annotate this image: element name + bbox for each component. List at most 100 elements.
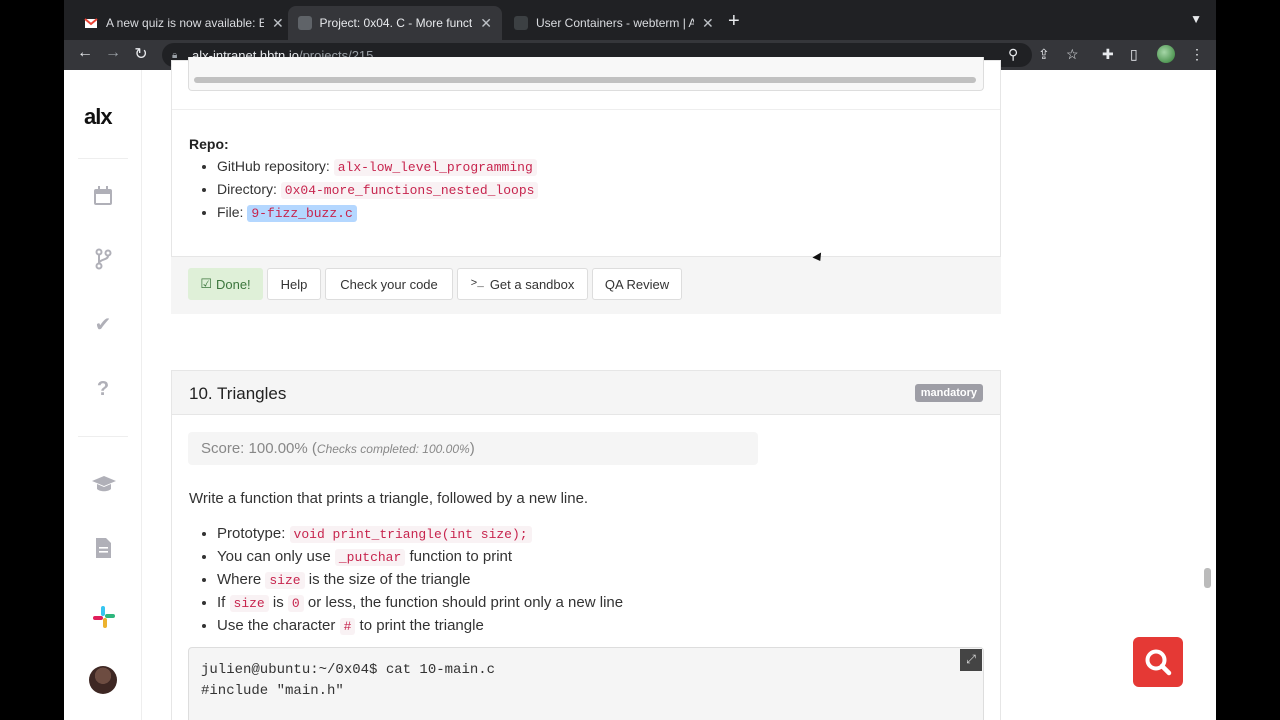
req-text: If	[217, 594, 226, 611]
lock-icon: 🔒︎	[172, 50, 178, 61]
requirements-list: Prototype: void print_triangle(int size)…	[217, 522, 623, 637]
copy-icon[interactable]: ⤢	[960, 649, 982, 671]
graduation-cap-icon[interactable]	[91, 473, 116, 497]
req-code: 0	[287, 595, 304, 612]
list-item: You can only use _putchar function to pr…	[217, 545, 623, 568]
document-icon[interactable]	[91, 537, 115, 561]
directory-label: Directory:	[217, 181, 277, 197]
gmail-icon	[84, 16, 98, 30]
tab-search-chevron-icon[interactable]: ▼	[1190, 12, 1202, 26]
close-tab-icon[interactable]: ✕	[272, 15, 284, 32]
close-tab-icon[interactable]: ✕	[480, 15, 492, 32]
tab-project[interactable]: Project: 0x04. C - More functio ✕	[288, 6, 502, 40]
profile-avatar[interactable]	[1157, 45, 1175, 63]
req-text: is the size of the triangle	[308, 571, 471, 588]
forward-icon[interactable]: →	[102, 44, 124, 62]
tab-title: A new quiz is now available: Ev	[106, 16, 264, 30]
project-content: Repo: GitHub repository: alx-low_level_p…	[171, 57, 1001, 720]
user-avatar[interactable]	[89, 666, 117, 694]
slack-icon[interactable]	[91, 604, 115, 628]
score-text: Score: 100.00%	[201, 440, 308, 457]
task-header: 10. Triangles mandatory	[171, 370, 1001, 415]
repo-heading: Repo:	[189, 136, 229, 152]
req-text: is	[272, 594, 284, 611]
branch-icon[interactable]	[91, 248, 115, 272]
search-button[interactable]	[1133, 637, 1183, 687]
back-icon[interactable]: ←	[74, 44, 96, 62]
task-description: Write a function that prints a triangle,…	[189, 490, 589, 507]
task-title: 10. Triangles	[189, 384, 287, 403]
done-button[interactable]: ☑ Done!	[188, 268, 263, 300]
done-label: Done!	[215, 276, 251, 292]
page-icon	[298, 16, 312, 30]
sandbox-label: Get a sandbox	[489, 276, 575, 292]
qa-review-button[interactable]: QA Review	[592, 268, 682, 300]
calendar-icon[interactable]	[91, 185, 115, 209]
task-actions: ☑ Done! Help Check your code >_ Get a sand…	[171, 256, 1001, 314]
page-icon	[514, 16, 528, 30]
divider	[78, 436, 128, 437]
list-item: Use the character # to print the triangl…	[217, 614, 623, 637]
sidebar: alx ✔ ?	[64, 70, 142, 720]
terminal-icon: >_	[470, 278, 484, 290]
reload-icon[interactable]: ↻	[130, 44, 152, 64]
list-item: File: 9-fizz_buzz.c	[217, 201, 538, 224]
list-item: If size is 0 or less, the function shoul…	[217, 591, 623, 614]
new-tab-button[interactable]: +	[728, 10, 740, 33]
req-text: function to print	[409, 548, 513, 565]
req-code: size	[229, 595, 269, 612]
mandatory-badge: mandatory	[914, 384, 983, 402]
checkbox-check-icon: ☑	[200, 276, 212, 291]
code-line: #include "main.h"	[201, 683, 344, 699]
tab-containers[interactable]: User Containers - webterm | A ✕	[504, 6, 724, 40]
check-code-button[interactable]: Check your code	[325, 268, 453, 300]
code-block: julien@ubuntu:~/0x04$ cat 10-main.c #incl…	[188, 647, 984, 720]
code-line: julien@ubuntu:~/0x04$ cat 10-main.c	[201, 662, 496, 678]
check-icon[interactable]: ✔	[91, 313, 115, 337]
req-text: to print the triangle	[359, 617, 484, 634]
code-block-tail	[188, 57, 984, 91]
divider	[78, 158, 128, 159]
sandbox-button[interactable]: >_ Get a sandbox	[457, 268, 588, 300]
req-text: Prototype:	[217, 525, 286, 542]
file-label: File:	[217, 204, 244, 220]
req-text: You can only use	[217, 548, 331, 565]
share-icon[interactable]: ⇪	[1038, 46, 1050, 63]
browser-window: A new quiz is now available: Ev ✕ Projec…	[64, 0, 1216, 720]
req-text: Where	[217, 571, 262, 588]
menu-kebab-icon[interactable]: ⋮	[1190, 46, 1204, 63]
list-item: Prototype: void print_triangle(int size)…	[217, 522, 623, 545]
repo-value: alx-low_level_programming	[333, 159, 537, 176]
directory-value: 0x04-more_functions_nested_loops	[280, 182, 539, 199]
score-bar: Score: 100.00% (Checks completed: 100.00…	[188, 432, 758, 465]
req-code: _putchar	[334, 549, 406, 566]
alx-logo[interactable]: alx	[84, 104, 113, 130]
req-text: Use the character	[217, 617, 336, 634]
search-icon	[1145, 649, 1172, 676]
checks-text: Checks completed: 100.00%	[316, 442, 470, 456]
file-value: 9-fizz_buzz.c	[247, 205, 357, 222]
zoom-icon[interactable]: ⚲	[1008, 46, 1018, 63]
question-icon[interactable]: ?	[91, 377, 115, 401]
tab-bar: A new quiz is now available: Ev ✕ Projec…	[64, 0, 1216, 40]
req-code: void print_triangle(int size);	[289, 526, 532, 543]
extensions-icon[interactable]: ✚	[1102, 46, 1114, 63]
bookmark-star-icon[interactable]: ☆	[1066, 46, 1079, 63]
divider	[172, 109, 1000, 110]
req-code: size	[265, 572, 305, 589]
side-panel-icon[interactable]: ▯	[1130, 46, 1138, 63]
req-text: or less, the function should print only …	[307, 594, 624, 611]
tab-gmail[interactable]: A new quiz is now available: Ev ✕	[74, 6, 294, 40]
help-button[interactable]: Help	[267, 268, 321, 300]
close-tab-icon[interactable]: ✕	[702, 15, 714, 32]
req-code: #	[339, 618, 356, 635]
repo-list: GitHub repository: alx-low_level_program…	[217, 155, 539, 224]
tab-title: Project: 0x04. C - More functio	[319, 16, 473, 30]
list-item: Directory: 0x04-more_functions_nested_lo…	[217, 178, 539, 201]
page-scrollbar[interactable]	[1204, 568, 1211, 588]
repo-label: GitHub repository:	[217, 158, 330, 174]
list-item: GitHub repository: alx-low_level_program…	[217, 155, 538, 178]
tab-title: User Containers - webterm | A	[536, 16, 694, 30]
horizontal-scrollbar[interactable]	[194, 77, 976, 83]
task-body: Score: 100.00% (Checks completed: 100.00…	[171, 415, 1001, 720]
